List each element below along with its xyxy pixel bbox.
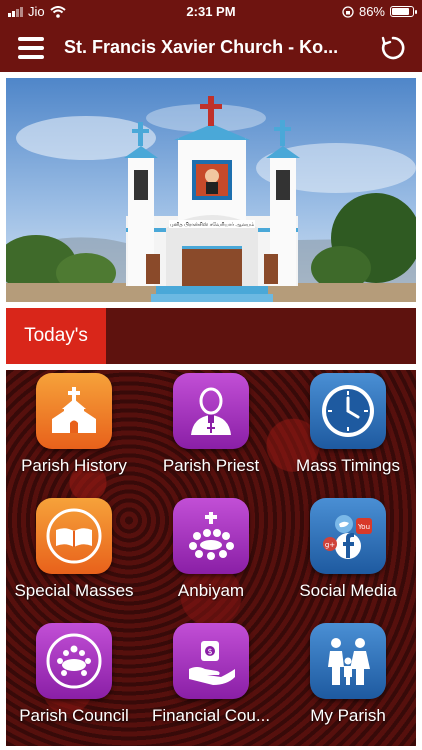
church-photo: புனித பிரான்சிஸ் சவேரியார் ஆலயம்: [6, 78, 416, 302]
menu-label: Social Media: [299, 581, 397, 600]
battery-icon: [390, 6, 417, 17]
menu-label: My Parish: [310, 706, 386, 725]
menu-tile-special-masses[interactable]: Special Masses: [6, 495, 142, 613]
menu-tile-parish-priest[interactable]: Parish Priest: [143, 370, 279, 488]
svg-text:g+: g+: [325, 541, 335, 549]
app-title: St. Francis Xavier Church - Ko...: [64, 37, 339, 57]
orientation-lock-icon: [342, 5, 354, 18]
status-bar: Jio 2:31 PM 86%: [0, 0, 422, 24]
menu-tile-parish-council[interactable]: Parish Council: [6, 620, 142, 738]
menu-label: Parish Priest: [162, 456, 260, 475]
donation-icon: $: [173, 623, 249, 699]
menu-label: Parish Council: [19, 706, 129, 725]
battery-group: 86%: [342, 4, 417, 19]
menu-label: Anbiyam: [177, 581, 245, 600]
menu-tile-anbiyam[interactable]: Anbiyam: [143, 495, 279, 613]
clock-icon: [310, 373, 386, 449]
menu-tile-parish-history[interactable]: Parish History: [6, 370, 142, 488]
council-icon: [36, 623, 112, 699]
svg-text:You: You: [357, 523, 370, 531]
hamburger-menu-icon[interactable]: [18, 37, 44, 59]
menu-tile-social-media[interactable]: You g+ Social Media: [280, 495, 416, 613]
today-tab[interactable]: Today's: [6, 308, 106, 364]
bible-icon: [36, 498, 112, 574]
app-bar: St. Francis Xavier Church - Ko...: [0, 24, 422, 72]
community-icon: [173, 498, 249, 574]
menu-tile-my-parish[interactable]: My Parish: [280, 620, 416, 738]
today-banner: Today's: [6, 308, 416, 364]
refresh-icon[interactable]: [380, 35, 406, 61]
menu-label: Financial Cou...: [151, 706, 271, 725]
church-sign-text: புனித பிரான்சிஸ் சவேரியார் ஆலயம்: [170, 222, 255, 228]
menu-label: Mass Timings: [296, 456, 400, 475]
menu-tile-financial-council[interactable]: $ Financial Cou...: [143, 620, 279, 738]
menu-label: Parish History: [21, 456, 127, 475]
menu-grid: Parish History Parish Priest Mass Timing…: [6, 370, 416, 746]
menu-tile-mass-timings[interactable]: Mass Timings: [280, 370, 416, 488]
battery-percent: 86%: [358, 4, 385, 19]
menu-label: Special Masses: [14, 581, 134, 600]
social-media-icon: You g+: [310, 498, 386, 574]
priest-icon: [173, 373, 249, 449]
church-icon: [36, 373, 112, 449]
family-icon: [310, 623, 386, 699]
svg-text:$: $: [207, 647, 212, 656]
